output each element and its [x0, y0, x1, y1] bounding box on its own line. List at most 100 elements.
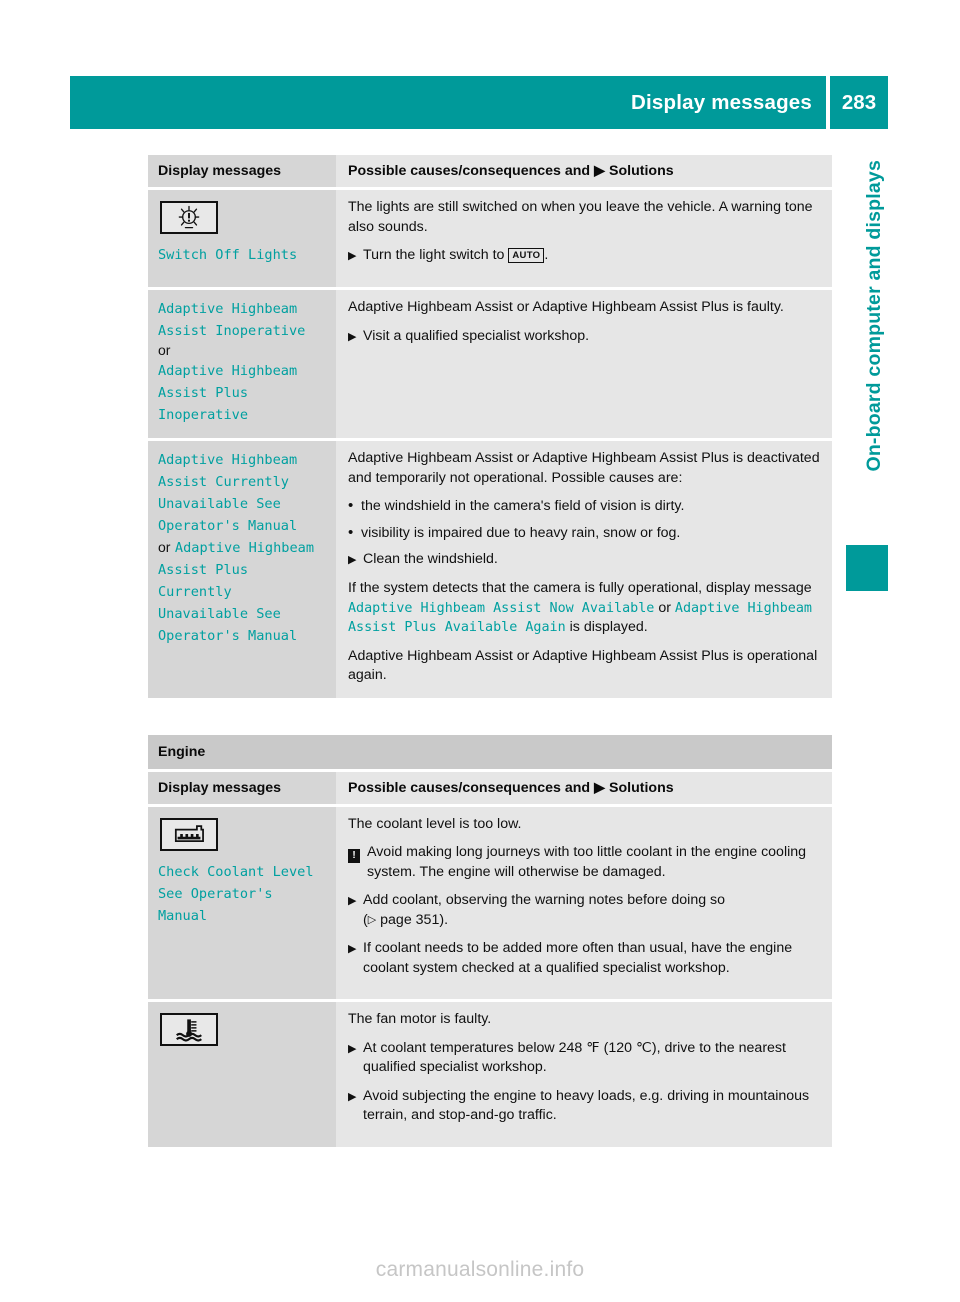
solution-step-text: If coolant needs to be added more often …	[363, 940, 793, 976]
solution-step: ▶ If coolant needs to be added more ofte…	[348, 939, 820, 978]
solution-step: ▶ Visit a qualified specialist workshop.	[348, 327, 820, 347]
page-title: Display messages	[631, 90, 812, 114]
warning-exclamation-icon: !	[348, 843, 367, 882]
solution-step: ▶ Turn the light switch to AUTO.	[348, 246, 820, 266]
solution-step: ▶ Clean the windshield.	[348, 550, 820, 570]
display-message-text: Adaptive Highbeam Assist Inoperative	[158, 301, 306, 339]
page-ref-arrow-icon: ▷	[367, 913, 377, 926]
table-row: Adaptive Highbeam Assist Currently Unava…	[148, 441, 832, 698]
column-header-causes-suffix: Solutions	[609, 163, 674, 179]
row-fan-motor-right-cell: The fan motor is faulty. ▶ At coolant te…	[336, 1002, 832, 1147]
solution-arrow-icon: ▶	[594, 163, 606, 179]
column-header-causes-suffix: Solutions	[609, 779, 674, 796]
chapter-side-tab: On-board computer and displays	[846, 160, 890, 600]
row-switch-off-lights-left-cell: Switch Off Lights	[148, 190, 336, 287]
site-watermark: carmanualsonline.info	[375, 1258, 585, 1281]
solution-arrow-icon: ▶	[348, 895, 357, 907]
cause-bullet-text: visibility is impaired due to heavy rain…	[361, 524, 681, 541]
cause-text-tertiary: Adaptive Highbeam Assist or Adaptive Hig…	[348, 647, 818, 684]
auto-key-icon: AUTO	[508, 248, 545, 263]
chapter-side-tab-label: On-board computer and displays	[863, 160, 885, 472]
cause-text: Adaptive Highbeam Assist or Adaptive Hig…	[348, 299, 784, 315]
warning-note-text: Avoid making long journeys with too litt…	[367, 844, 807, 880]
conjunction-text: or	[158, 342, 171, 358]
cause-text-conjunction: or	[658, 599, 671, 616]
cause-text: The lights are still switched on when yo…	[348, 199, 813, 235]
solution-step-text: At coolant temperatures below 248 ℉ (120…	[363, 1039, 786, 1076]
display-message-inline: Adaptive Highbeam Assist Now Available	[348, 600, 655, 616]
row-ahb-unavailable-right-cell: Adaptive Highbeam Assist or Adaptive Hig…	[336, 441, 832, 698]
solution-arrow-icon: ▶	[348, 1090, 357, 1103]
cause-text: Adaptive Highbeam Assist or Adaptive Hig…	[348, 450, 820, 486]
solution-step: ▶ Avoid subjecting the engine to heavy l…	[348, 1087, 820, 1126]
row-ahb-inoperative-right-cell: Adaptive Highbeam Assist or Adaptive Hig…	[336, 290, 832, 438]
page-ref-text[interactable]: page 351	[380, 912, 439, 928]
column-header-display-messages: Display messages	[158, 163, 282, 179]
header-title-box: Display messages	[70, 76, 826, 129]
page-ref-close: ).	[439, 911, 449, 928]
warning-note: ! Avoid making long journeys with too li…	[348, 843, 820, 882]
solution-arrow-icon: ▶	[348, 1042, 357, 1055]
cause-text: The coolant level is too low.	[348, 815, 522, 832]
cause-text-prefix: If the system detects that the camera is…	[348, 580, 812, 596]
solution-step-main: Add coolant, observing the warning notes…	[363, 892, 726, 908]
table-row: Adaptive Highbeam Assist Inoperative or …	[148, 290, 832, 438]
lamp-warning-telltale-icon	[160, 201, 218, 234]
solution-step: ▶ Add coolant, observing the warning not…	[348, 891, 820, 930]
header-page-box: 283	[830, 76, 888, 129]
cause-bullet: • the windshield in the camera's field o…	[348, 497, 820, 517]
table-header-right-cell: Possible causes/consequences and ▶ Solutio…	[336, 771, 832, 804]
table-header-left-cell: Display messages	[148, 771, 336, 804]
coolant-reservoir-telltale-icon	[160, 817, 218, 851]
row-ahb-inoperative-left-cell: Adaptive Highbeam Assist Inoperative or …	[148, 290, 336, 438]
display-message-text: Check Coolant Level See Operator's Manua…	[158, 863, 322, 924]
table-header-row: Display messages Possible causes/consequ…	[148, 771, 832, 804]
solution-step-text: Turn the light switch to AUTO.	[363, 246, 820, 266]
solution-step-suffix: .	[544, 247, 549, 263]
solution-step-text: Clean the windshield.	[363, 551, 498, 567]
table-row: The fan motor is faulty. ▶ At coolant te…	[148, 1002, 832, 1147]
chapter-side-tab-marker	[846, 545, 888, 591]
section-title: Engine	[158, 743, 206, 760]
row-ahb-unavailable-left-cell: Adaptive Highbeam Assist Currently Unava…	[148, 441, 336, 698]
table-row: Check Coolant Level See Operator's Manua…	[148, 806, 832, 999]
solution-step: ▶ At coolant temperatures below 248 ℉ (1…	[348, 1039, 820, 1078]
table-row: Switch Off Lights The lights are still s…	[148, 190, 832, 287]
display-message-text: Switch Off Lights	[158, 247, 298, 263]
solution-step-text: Visit a qualified specialist workshop.	[363, 327, 590, 344]
column-header-causes-prefix: Possible causes/consequences and	[348, 779, 591, 796]
column-header-display-messages: Display messages	[158, 779, 282, 796]
page-number: 283	[841, 90, 877, 114]
solution-arrow-icon: ▶	[348, 554, 357, 566]
content-area: Display messages Possible causes/consequ…	[148, 155, 832, 1150]
section-band-engine: Engine	[148, 734, 832, 769]
conjunction-text: or	[158, 539, 171, 555]
solution-arrow-icon: ▶	[348, 943, 357, 955]
display-message-text: Adaptive Highbeam Assist Currently Unava…	[158, 452, 306, 534]
coolant-temperature-telltale-icon	[160, 1013, 218, 1046]
table-header-left-cell: Display messages	[148, 155, 336, 187]
table-header-right-cell: Possible causes/consequences and ▶ Solutio…	[336, 155, 832, 187]
solution-arrow-icon: ▶	[594, 779, 606, 796]
solution-step-prefix: Turn the light switch to	[363, 247, 505, 263]
cause-bullet-text: the windshield in the camera's field of …	[361, 498, 685, 514]
cause-text: The fan motor is faulty.	[348, 1011, 492, 1027]
page-header: Display messages 283	[70, 76, 888, 129]
solution-arrow-icon: ▶	[348, 250, 357, 262]
table-header-row: Display messages Possible causes/consequ…	[148, 155, 832, 187]
column-header-causes-prefix: Possible causes/consequences and	[348, 163, 591, 179]
bullet-dot-icon: •	[348, 497, 354, 514]
cause-text-secondary: If the system detects that the camera is…	[348, 579, 820, 638]
cause-text-suffix: is displayed.	[569, 619, 648, 635]
row-fan-motor-left-cell	[148, 1002, 336, 1147]
row-check-coolant-left-cell: Check Coolant Level See Operator's Manua…	[148, 806, 336, 999]
display-message-text-alt: Adaptive Highbeam Assist Plus Currently …	[158, 540, 323, 644]
row-switch-off-lights-right-cell: The lights are still switched on when yo…	[336, 190, 832, 287]
bullet-dot-icon: •	[348, 523, 354, 541]
display-message-text-alt: Adaptive Highbeam Assist Plus Inoperativ…	[158, 363, 306, 423]
cause-bullet: • visibility is impaired due to heavy ra…	[348, 524, 820, 544]
solution-step-text: Add coolant, observing the warning notes…	[363, 891, 820, 930]
solution-arrow-icon: ▶	[348, 330, 357, 343]
solution-step-text: Avoid subjecting the engine to heavy loa…	[363, 1087, 810, 1124]
